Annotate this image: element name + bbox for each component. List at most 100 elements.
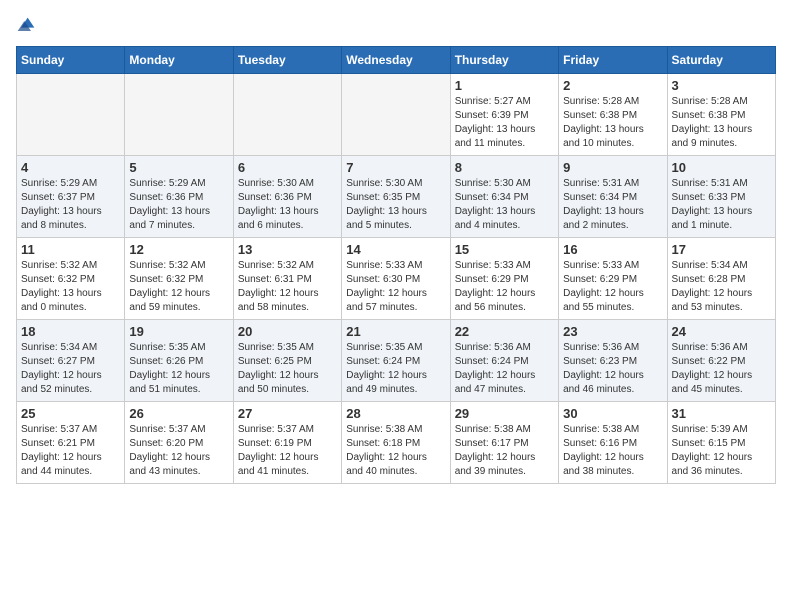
calendar-cell: 12 Sunrise: 5:32 AM Sunset: 6:32 PM Dayli… [125,238,233,320]
day-info: Sunrise: 5:33 AM Sunset: 6:29 PM Dayligh… [563,259,662,315]
weekday-header-wednesday: Wednesday [342,47,450,74]
weekday-row: SundayMondayTuesdayWednesdayThursdayFrid… [17,47,776,74]
weekday-header-friday: Friday [559,47,667,74]
day-number: 29 [455,406,554,421]
day-info: Sunrise: 5:32 AM Sunset: 6:32 PM Dayligh… [21,259,120,315]
week-row-5: 25 Sunrise: 5:37 AM Sunset: 6:21 PM Dayli… [17,402,776,484]
day-number: 4 [21,160,120,175]
day-number: 23 [563,324,662,339]
week-row-3: 11 Sunrise: 5:32 AM Sunset: 6:32 PM Dayli… [17,238,776,320]
day-number: 30 [563,406,662,421]
day-info: Sunrise: 5:30 AM Sunset: 6:34 PM Dayligh… [455,177,554,233]
week-row-4: 18 Sunrise: 5:34 AM Sunset: 6:27 PM Dayli… [17,320,776,402]
day-number: 11 [21,242,120,257]
day-info: Sunrise: 5:38 AM Sunset: 6:17 PM Dayligh… [455,423,554,479]
day-info: Sunrise: 5:32 AM Sunset: 6:32 PM Dayligh… [129,259,228,315]
day-info: Sunrise: 5:36 AM Sunset: 6:23 PM Dayligh… [563,341,662,397]
day-number: 3 [672,78,771,93]
day-number: 25 [21,406,120,421]
calendar-cell: 29 Sunrise: 5:38 AM Sunset: 6:17 PM Dayli… [450,402,558,484]
calendar-cell [233,74,341,156]
day-number: 28 [346,406,445,421]
calendar-cell: 1 Sunrise: 5:27 AM Sunset: 6:39 PM Daylig… [450,74,558,156]
calendar-cell [125,74,233,156]
day-number: 1 [455,78,554,93]
weekday-header-sunday: Sunday [17,47,125,74]
calendar-cell: 4 Sunrise: 5:29 AM Sunset: 6:37 PM Daylig… [17,156,125,238]
day-number: 21 [346,324,445,339]
calendar-body: 1 Sunrise: 5:27 AM Sunset: 6:39 PM Daylig… [17,74,776,484]
weekday-header-thursday: Thursday [450,47,558,74]
day-info: Sunrise: 5:30 AM Sunset: 6:35 PM Dayligh… [346,177,445,233]
day-info: Sunrise: 5:33 AM Sunset: 6:29 PM Dayligh… [455,259,554,315]
day-number: 31 [672,406,771,421]
weekday-header-tuesday: Tuesday [233,47,341,74]
weekday-header-saturday: Saturday [667,47,775,74]
logo [16,16,40,36]
calendar-cell: 22Sunrise: 5:36 AM Sunset: 6:24 PM Dayli… [450,320,558,402]
calendar-cell: 23 Sunrise: 5:36 AM Sunset: 6:23 PM Dayli… [559,320,667,402]
day-info: Sunrise: 5:37 AM Sunset: 6:20 PM Dayligh… [129,423,228,479]
calendar-cell [17,74,125,156]
calendar-cell: 3 Sunrise: 5:28 AM Sunset: 6:38 PM Daylig… [667,74,775,156]
day-info: Sunrise: 5:35 AM Sunset: 6:24 PM Dayligh… [346,341,445,397]
day-info: Sunrise: 5:37 AM Sunset: 6:21 PM Dayligh… [21,423,120,479]
calendar-cell: 26 Sunrise: 5:37 AM Sunset: 6:20 PM Dayli… [125,402,233,484]
day-info: Sunrise: 5:37 AM Sunset: 6:19 PM Dayligh… [238,423,337,479]
day-info: Sunrise: 5:29 AM Sunset: 6:36 PM Dayligh… [129,177,228,233]
calendar-cell: 25 Sunrise: 5:37 AM Sunset: 6:21 PM Dayli… [17,402,125,484]
day-info: Sunrise: 5:34 AM Sunset: 6:28 PM Dayligh… [672,259,771,315]
day-number: 20 [238,324,337,339]
calendar-cell: 24 Sunrise: 5:36 AM Sunset: 6:22 PM Dayli… [667,320,775,402]
calendar-cell: 14Sunrise: 5:33 AM Sunset: 6:30 PM Dayli… [342,238,450,320]
day-info: Sunrise: 5:38 AM Sunset: 6:18 PM Dayligh… [346,423,445,479]
day-number: 2 [563,78,662,93]
day-number: 15 [455,242,554,257]
day-info: Sunrise: 5:38 AM Sunset: 6:16 PM Dayligh… [563,423,662,479]
day-number: 10 [672,160,771,175]
day-number: 24 [672,324,771,339]
calendar-cell: 20Sunrise: 5:35 AM Sunset: 6:25 PM Dayli… [233,320,341,402]
day-info: Sunrise: 5:36 AM Sunset: 6:22 PM Dayligh… [672,341,771,397]
day-number: 13 [238,242,337,257]
day-info: Sunrise: 5:34 AM Sunset: 6:27 PM Dayligh… [21,341,120,397]
day-number: 12 [129,242,228,257]
day-number: 6 [238,160,337,175]
day-info: Sunrise: 5:39 AM Sunset: 6:15 PM Dayligh… [672,423,771,479]
day-number: 18 [21,324,120,339]
calendar-cell: 28 Sunrise: 5:38 AM Sunset: 6:18 PM Dayli… [342,402,450,484]
day-number: 19 [129,324,228,339]
day-number: 26 [129,406,228,421]
day-number: 8 [455,160,554,175]
calendar-cell: 31 Sunrise: 5:39 AM Sunset: 6:15 PM Dayli… [667,402,775,484]
day-number: 16 [563,242,662,257]
calendar-cell [342,74,450,156]
calendar-cell: 21 Sunrise: 5:35 AM Sunset: 6:24 PM Dayli… [342,320,450,402]
day-info: Sunrise: 5:35 AM Sunset: 6:26 PM Dayligh… [129,341,228,397]
calendar-cell: 19 Sunrise: 5:35 AM Sunset: 6:26 PM Dayli… [125,320,233,402]
calendar-cell: 15 Sunrise: 5:33 AM Sunset: 6:29 PM Dayli… [450,238,558,320]
calendar-cell: 10 Sunrise: 5:31 AM Sunset: 6:33 PM Dayli… [667,156,775,238]
calendar-table: SundayMondayTuesdayWednesdayThursdayFrid… [16,46,776,484]
day-number: 14 [346,242,445,257]
day-number: 9 [563,160,662,175]
day-info: Sunrise: 5:31 AM Sunset: 6:33 PM Dayligh… [672,177,771,233]
day-info: Sunrise: 5:32 AM Sunset: 6:31 PM Dayligh… [238,259,337,315]
day-number: 5 [129,160,228,175]
day-info: Sunrise: 5:29 AM Sunset: 6:37 PM Dayligh… [21,177,120,233]
calendar-cell: 18 Sunrise: 5:34 AM Sunset: 6:27 PM Dayli… [17,320,125,402]
day-info: Sunrise: 5:36 AM Sunset: 6:24 PM Dayligh… [455,341,554,397]
calendar-cell: 16 Sunrise: 5:33 AM Sunset: 6:29 PM Dayli… [559,238,667,320]
calendar-cell: 9 Sunrise: 5:31 AM Sunset: 6:34 PM Daylig… [559,156,667,238]
calendar-cell: 7Sunrise: 5:30 AM Sunset: 6:35 PM Daylig… [342,156,450,238]
calendar-cell: 30 Sunrise: 5:38 AM Sunset: 6:16 PM Dayli… [559,402,667,484]
day-info: Sunrise: 5:31 AM Sunset: 6:34 PM Dayligh… [563,177,662,233]
day-info: Sunrise: 5:28 AM Sunset: 6:38 PM Dayligh… [672,95,771,151]
calendar-cell: 6 Sunrise: 5:30 AM Sunset: 6:36 PM Daylig… [233,156,341,238]
week-row-2: 4 Sunrise: 5:29 AM Sunset: 6:37 PM Daylig… [17,156,776,238]
calendar-cell: 2 Sunrise: 5:28 AM Sunset: 6:38 PM Daylig… [559,74,667,156]
day-info: Sunrise: 5:27 AM Sunset: 6:39 PM Dayligh… [455,95,554,151]
day-number: 27 [238,406,337,421]
day-info: Sunrise: 5:30 AM Sunset: 6:36 PM Dayligh… [238,177,337,233]
day-info: Sunrise: 5:28 AM Sunset: 6:38 PM Dayligh… [563,95,662,151]
